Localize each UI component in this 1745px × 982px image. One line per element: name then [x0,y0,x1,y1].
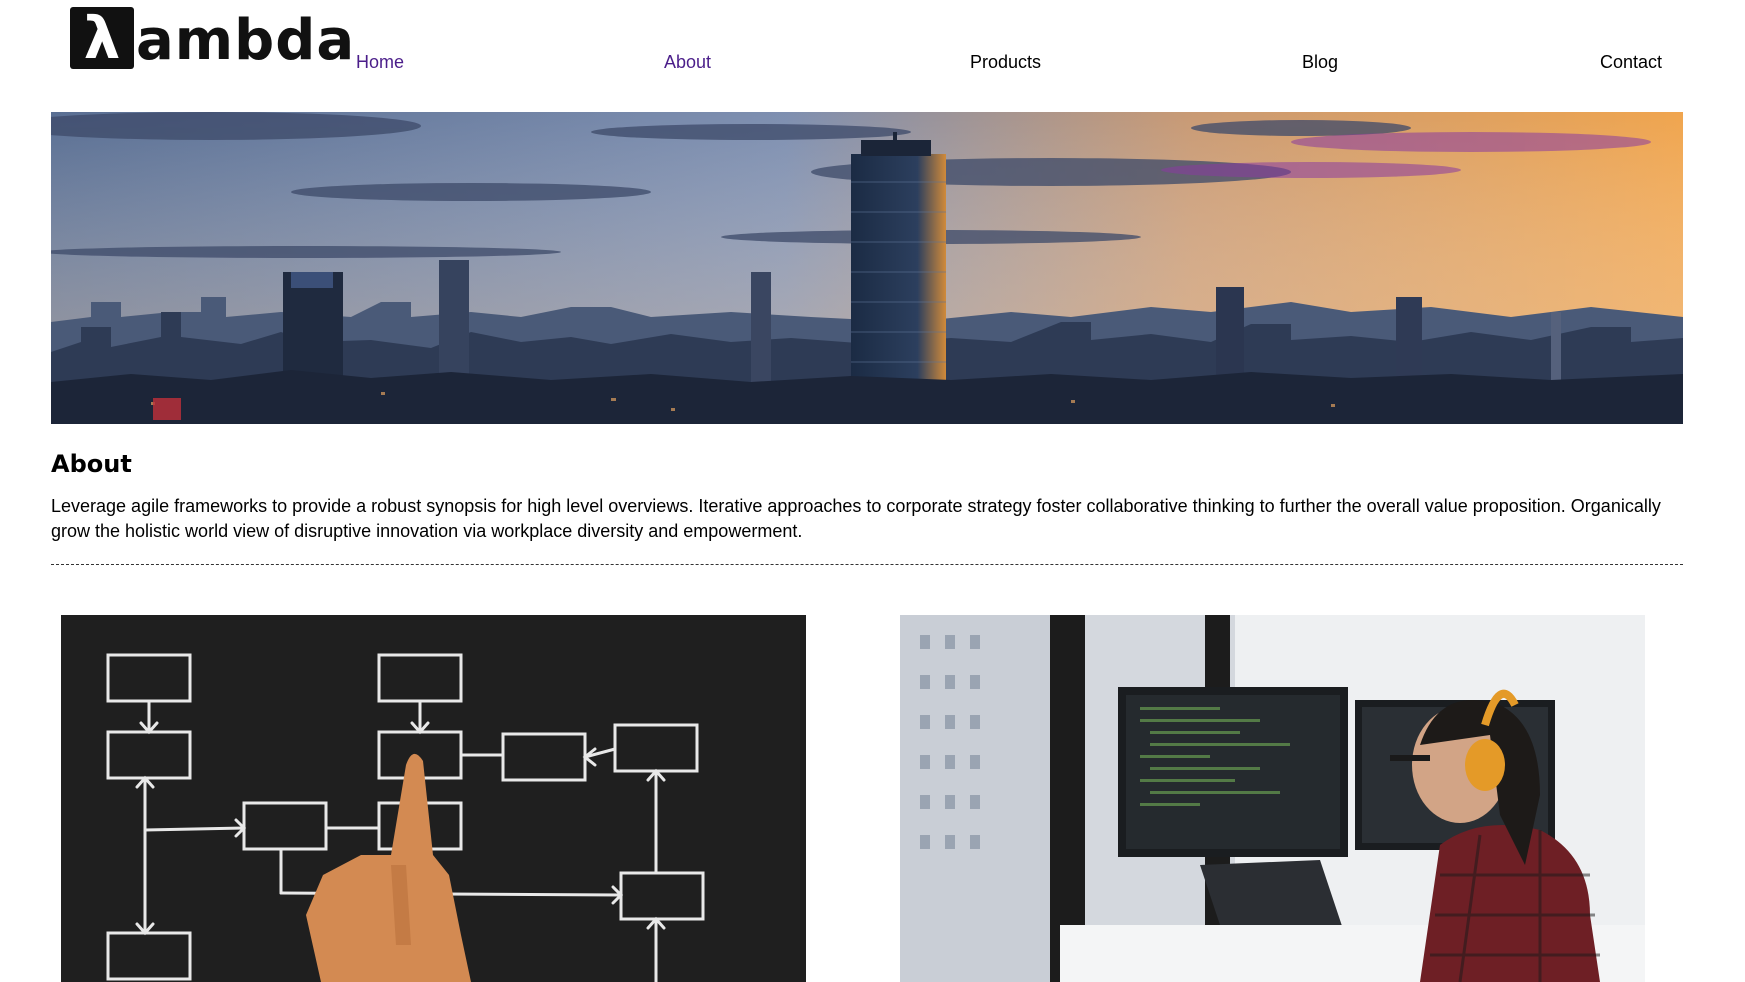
nav-contact-link[interactable]: Contact [1600,52,1662,73]
flowchart-image [61,615,806,982]
nav-products-link[interactable]: Products [970,52,1041,73]
nav-blog-link[interactable]: Blog [1302,52,1338,73]
about-heading: About [51,450,132,478]
developer-workspace-image [900,615,1645,982]
logo-text: ambda [136,8,356,73]
lambda-logo-mark: λ [70,7,134,69]
nav-about-link[interactable]: About [664,52,711,73]
logo[interactable]: λ ambda [70,6,356,73]
site-header: λ ambda Home About Products Blog Contact [0,0,1745,100]
page: λ ambda Home About Products Blog Contact [0,0,1745,982]
nav-home-link[interactable]: Home [356,52,404,73]
about-paragraph: Leverage agile frameworks to provide a r… [51,496,1661,541]
section-divider [51,564,1683,565]
hero-skyline-image [51,112,1683,424]
